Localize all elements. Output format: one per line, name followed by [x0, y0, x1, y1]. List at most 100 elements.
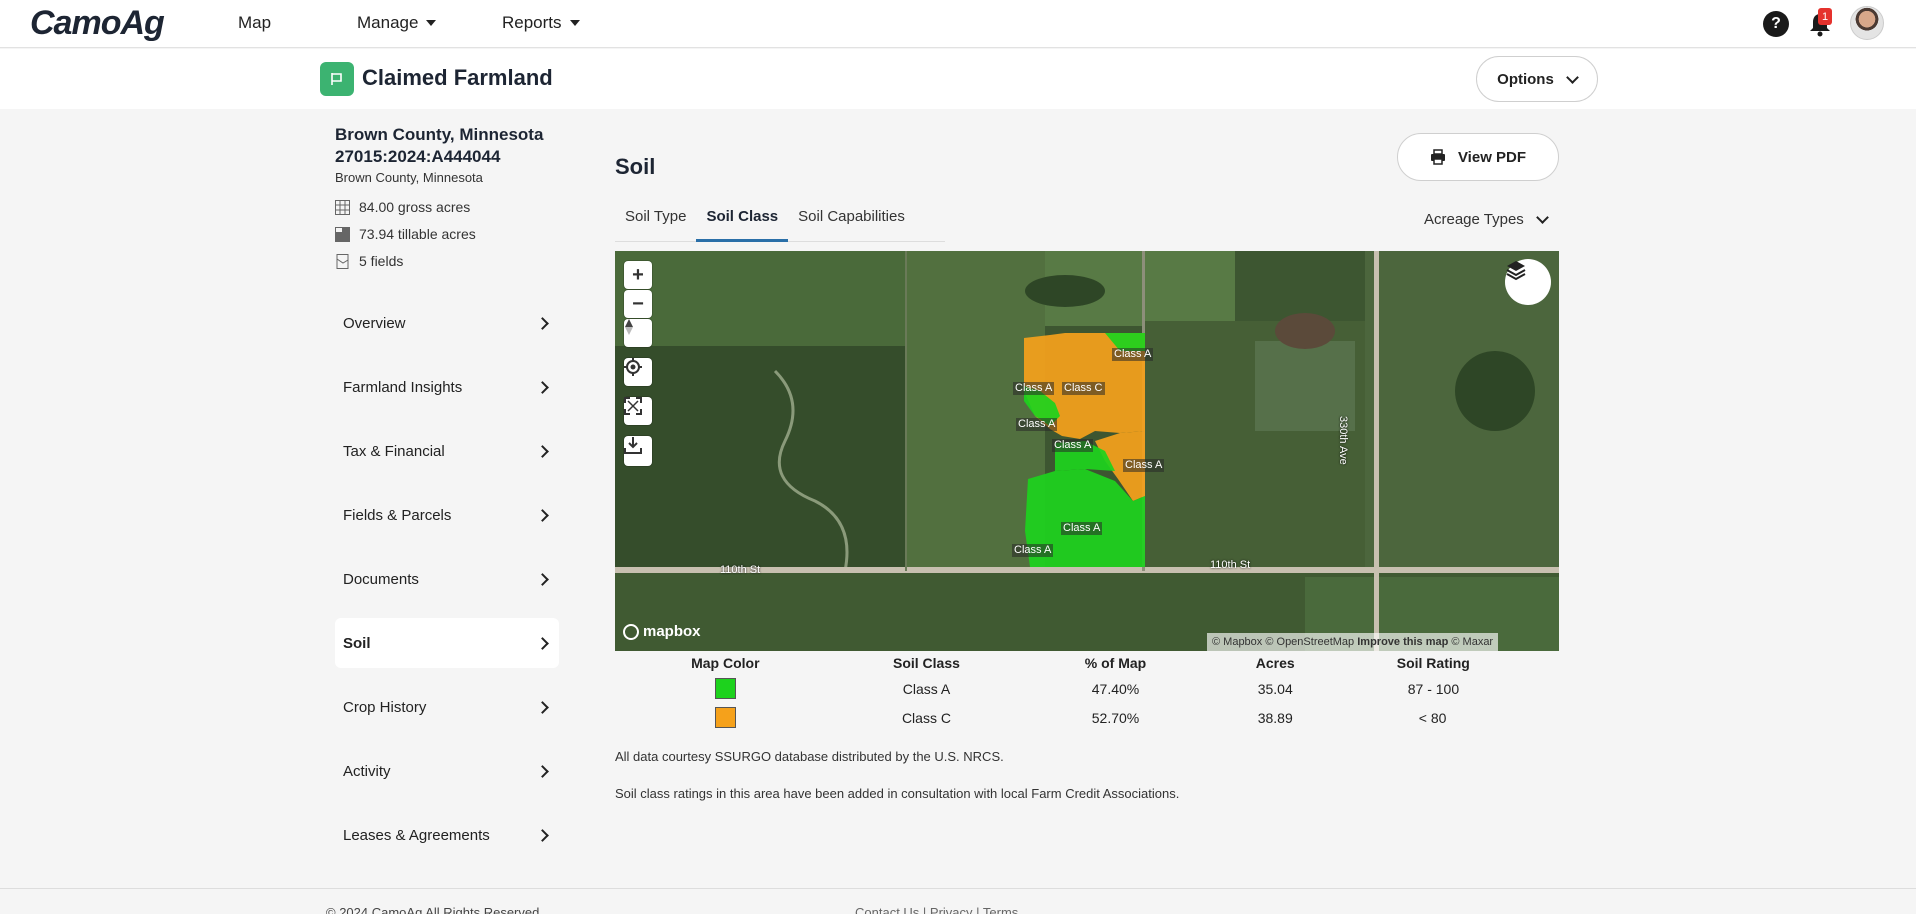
class-label: Class A [1052, 439, 1094, 452]
chevron-right-icon [536, 380, 549, 394]
sidebar-menu: Overview Farmland Insights Tax & Financi… [335, 298, 559, 874]
sidebar-item-crop-history[interactable]: Crop History [335, 682, 559, 732]
mapbox-logo[interactable]: mapbox [623, 623, 701, 640]
sidebar-item-soil[interactable]: Soil [335, 618, 559, 668]
column-header: % of Map [1084, 655, 1147, 671]
color-swatch [714, 678, 736, 699]
caret-down-icon [426, 20, 437, 26]
stat-text: 5 fields [359, 253, 404, 269]
sidebar-item-label: Farmland Insights [343, 378, 463, 396]
column-header: Map Color [691, 655, 760, 671]
soil-map[interactable]: + − Class A Class A Class C Class A Clas… [615, 251, 1559, 651]
attribution-text[interactable]: © Mapbox © OpenStreetMap [1212, 636, 1354, 648]
mapbox-icon [623, 623, 639, 640]
tab-soil-class[interactable]: Soil Class [696, 206, 789, 242]
download-button[interactable] [624, 436, 652, 466]
sidebar-item-documents[interactable]: Documents [335, 554, 559, 604]
rating-cell: 87 - 100 [1407, 680, 1460, 697]
nav-manage-label: Manage [357, 13, 419, 32]
fullscreen-button[interactable] [624, 397, 652, 425]
class-label: Class A [1061, 522, 1103, 535]
sidebar-item-leases-agreements[interactable]: Leases & Agreements [335, 810, 559, 860]
soil-tabs: Soil Type Soil Class Soil Capabilities [615, 206, 945, 242]
grid-icon [335, 199, 350, 215]
nav-reports-label: Reports [502, 13, 562, 32]
soil-class-table: Map Color Soil Class % of Map Acres Soil… [615, 652, 1559, 732]
page-title: Claimed Farmland [362, 65, 553, 90]
locate-button[interactable] [624, 358, 652, 386]
camoag-logo[interactable]: CamoAg [30, 4, 165, 43]
footer-links[interactable]: Contact Us | Privacy | Terms [855, 905, 1018, 914]
mapbox-label: mapbox [643, 623, 701, 640]
sidebar-item-farmland-insights[interactable]: Farmland Insights [335, 362, 559, 412]
improve-map-link[interactable]: Improve this map [1357, 636, 1448, 648]
tab-soil-capabilities[interactable]: Soil Capabilities [788, 206, 915, 242]
avatar[interactable] [1850, 6, 1884, 40]
chevron-right-icon [536, 700, 549, 714]
stat-text: 73.94 tillable acres [359, 226, 476, 242]
sidebar-item-label: Fields & Parcels [343, 506, 452, 524]
acres-cell: 35.04 [1257, 680, 1293, 697]
nav-manage[interactable]: Manage [357, 13, 437, 33]
map-color-cell [615, 703, 836, 732]
flag-icon [320, 62, 354, 96]
data-source-note: All data courtesy SSURGO database distri… [615, 749, 1004, 764]
options-label: Options [1497, 70, 1554, 88]
sidebar-item-tax-financial[interactable]: Tax & Financial [335, 426, 559, 476]
help-icon[interactable]: ? [1763, 11, 1789, 37]
expand-icon [624, 397, 642, 415]
sidebar-item-fields-parcels[interactable]: Fields & Parcels [335, 490, 559, 540]
sidebar-item-label: Activity [343, 762, 391, 780]
road-label: 330th Ave [1337, 416, 1349, 465]
table-row: Class A 47.40% 35.04 87 - 100 [615, 674, 1559, 703]
notification-count: 1 [1821, 10, 1829, 23]
view-pdf-button[interactable]: View PDF [1397, 133, 1559, 181]
property-header: Claimed Farmland Options [0, 49, 1916, 109]
acreage-types-dropdown[interactable]: Acreage Types [1424, 211, 1549, 228]
zoom-out-button[interactable]: − [624, 290, 652, 318]
stat-fields: 5 fields [335, 253, 403, 269]
nav-reports[interactable]: Reports [502, 13, 580, 33]
nav-map[interactable]: Map [238, 13, 271, 33]
property-location: Brown County, Minnesota [335, 170, 483, 185]
sidebar-item-activity[interactable]: Activity [335, 746, 559, 796]
sidebar-item-overview[interactable]: Overview [335, 298, 559, 348]
class-label: Class A [1112, 348, 1154, 361]
sidebar-item-label: Leases & Agreements [343, 826, 490, 844]
download-icon [624, 437, 642, 454]
printer-icon [1430, 149, 1445, 165]
sidebar-item-label: Documents [343, 570, 419, 588]
class-label: Class A [1016, 418, 1058, 431]
stat-text: 84.00 gross acres [359, 199, 471, 215]
column-header: Soil Rating [1396, 655, 1470, 671]
logo-text: CamoAg [30, 4, 165, 42]
class-label: Class A [1013, 382, 1055, 395]
road-label: 110th St [1210, 559, 1251, 571]
color-swatch [714, 707, 736, 728]
zoom-in-button[interactable]: + [624, 261, 652, 289]
tab-soil-type[interactable]: Soil Type [615, 206, 696, 242]
acreage-types-label: Acreage Types [1424, 211, 1524, 228]
map-color-cell [615, 674, 836, 703]
attribution-maxar[interactable]: © Maxar [1451, 636, 1493, 648]
sidebar-item-label: Overview [343, 314, 406, 332]
property-county: Brown County, Minnesota [335, 125, 544, 144]
notification-badge: 1 [1818, 8, 1832, 25]
layers-button[interactable] [1505, 259, 1551, 305]
rating-cell: < 80 [1418, 709, 1447, 726]
zoom-in-label: + [632, 263, 644, 286]
crosshair-icon [624, 358, 642, 376]
compass-icon [625, 319, 633, 335]
compass-button[interactable] [624, 319, 652, 347]
chevron-right-icon [536, 636, 549, 650]
acres-cell: 38.89 [1257, 709, 1293, 726]
layers-icon [1506, 261, 1526, 281]
class-label: Class C [1062, 382, 1105, 395]
options-button[interactable]: Options [1476, 56, 1598, 102]
copyright: © 2024 CamoAg All Rights Reserved [326, 905, 540, 914]
top-nav: CamoAg Map Manage Reports ? 1 [0, 0, 1916, 48]
tillable-icon [335, 226, 350, 242]
sidebar-item-label: Tax & Financial [343, 442, 445, 460]
sidebar-item-label: Crop History [343, 698, 427, 716]
class-label: Class A [1123, 459, 1165, 472]
